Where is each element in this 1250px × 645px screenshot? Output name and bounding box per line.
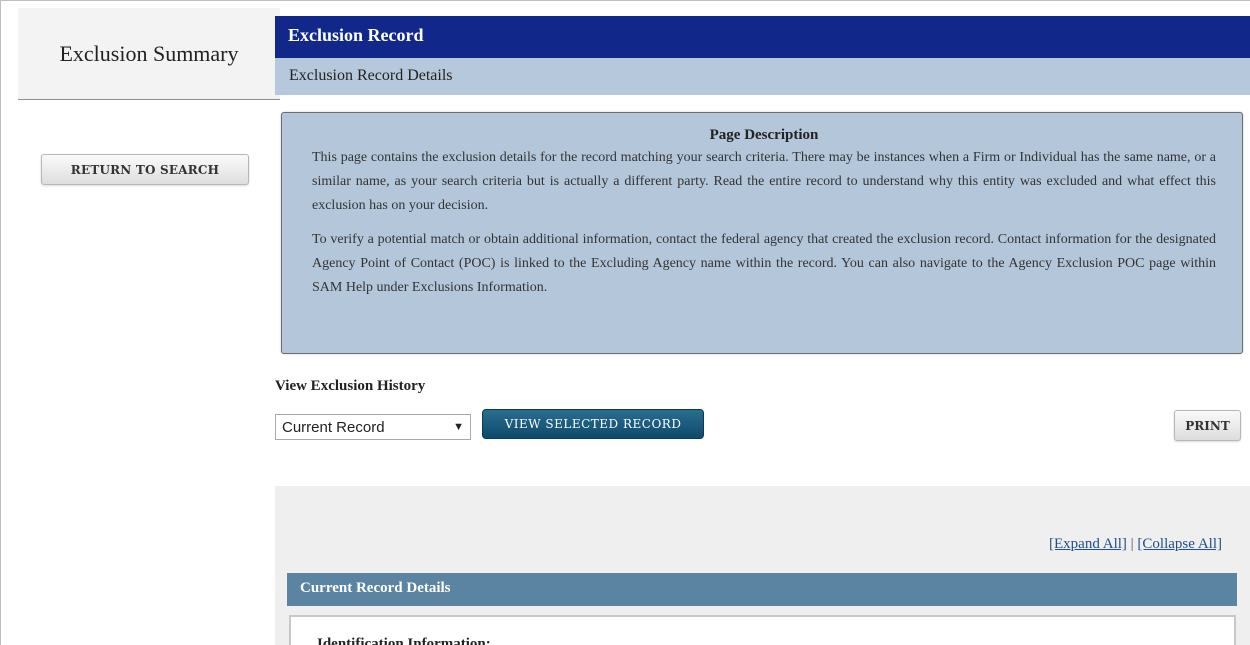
page-description-title: Page Description [709, 127, 819, 143]
expand-all-link[interactable]: [Expand All] [1049, 536, 1127, 552]
window-top-border [0, 0, 1250, 8]
page-description-panel: Page Description This page contains the … [281, 112, 1243, 354]
page-title: Exclusion Record [275, 16, 1250, 58]
record-details-area: [Expand All] | [Collapse All] Current Re… [275, 486, 1250, 645]
page-description-paragraph-1: This page contains the exclusion details… [312, 150, 1216, 213]
expand-collapse-links: [Expand All] | [Collapse All] [1049, 536, 1222, 553]
window-left-border [0, 0, 8, 645]
identification-information-label: Identification Information: [317, 636, 491, 645]
page-subtitle: Exclusion Record Details [275, 58, 1250, 95]
link-separator: | [1126, 536, 1138, 552]
exclusion-history-label: View Exclusion History [275, 378, 426, 394]
exclusion-history-select[interactable]: Current Record ▼ [275, 414, 471, 440]
page-description-paragraph-2: To verify a potential match or obtain ad… [312, 232, 1216, 295]
sidebar: Exclusion Summary RETURN TO SEARCH [8, 8, 280, 645]
dropdown-arrow-icon: ▼ [453, 421, 464, 433]
print-button[interactable]: PRINT [1174, 410, 1241, 441]
sidebar-title: Exclusion Summary [59, 40, 239, 66]
main-content: Exclusion Record Exclusion Record Detail… [275, 16, 1250, 645]
exclusion-history-selected-value: Current Record [282, 418, 385, 436]
current-record-details-header[interactable]: Current Record Details [287, 573, 1237, 606]
collapse-all-link[interactable]: [Collapse All] [1137, 536, 1222, 552]
return-to-search-button[interactable]: RETURN TO SEARCH [41, 154, 249, 185]
current-record-details-body: Identification Information: [289, 615, 1236, 645]
view-selected-record-button[interactable]: VIEW SELECTED RECORD [482, 409, 704, 439]
sidebar-header: Exclusion Summary [18, 8, 280, 100]
